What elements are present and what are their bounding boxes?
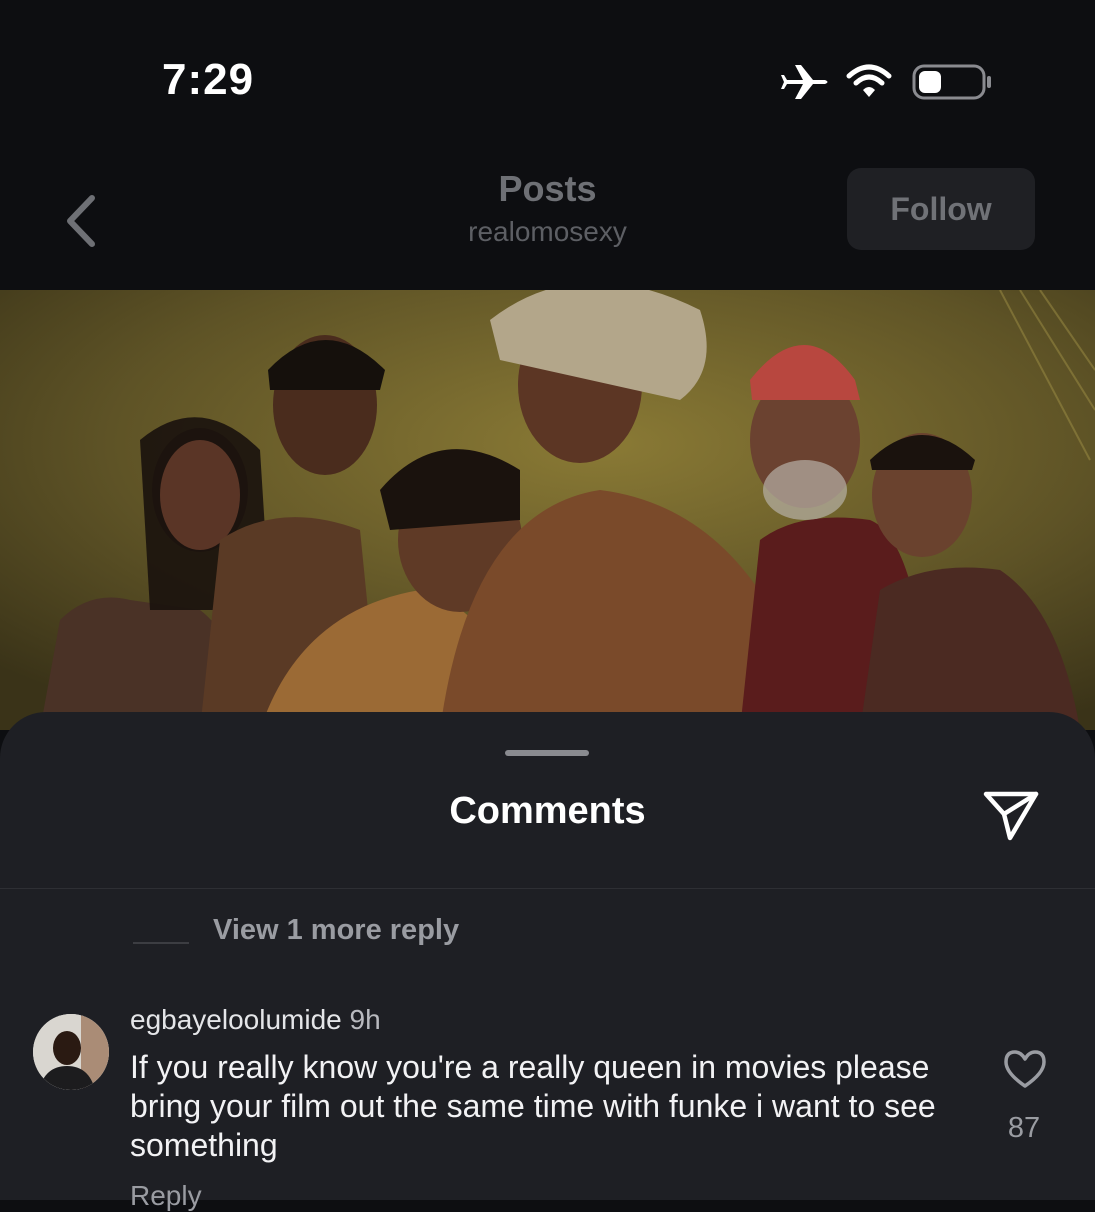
status-bar: 7:29 [0, 0, 1095, 150]
comment-username[interactable]: egbayeloolumide [130, 1004, 342, 1035]
comments-sheet: Comments View 1 more reply egbayeloolumi… [0, 712, 1095, 1211]
status-icons [780, 60, 995, 105]
reply-button[interactable]: Reply [130, 1180, 202, 1212]
comments-title: Comments [449, 790, 646, 832]
wifi-icon [846, 64, 892, 97]
follow-button[interactable]: Follow [847, 168, 1035, 250]
airplane-icon [781, 65, 828, 99]
reply-thread-line [133, 942, 189, 944]
status-time: 7:29 [162, 55, 255, 104]
post-image[interactable] [0, 290, 1095, 730]
comment-header: egbayeloolumide 9h [130, 1004, 381, 1036]
heart-icon[interactable] [1002, 1048, 1048, 1090]
sheet-divider [0, 888, 1095, 889]
comment-text: If you really know you're a really queen… [130, 1049, 936, 1163]
avatar[interactable] [33, 1014, 109, 1090]
battery-icon [912, 64, 991, 100]
comment-time: 9h [349, 1004, 381, 1035]
sheet-grabber[interactable] [505, 750, 589, 756]
like-count: 87 [1007, 1112, 1041, 1144]
view-more-replies-link[interactable]: View 1 more reply [213, 914, 459, 947]
paper-plane-icon[interactable] [980, 782, 1042, 844]
